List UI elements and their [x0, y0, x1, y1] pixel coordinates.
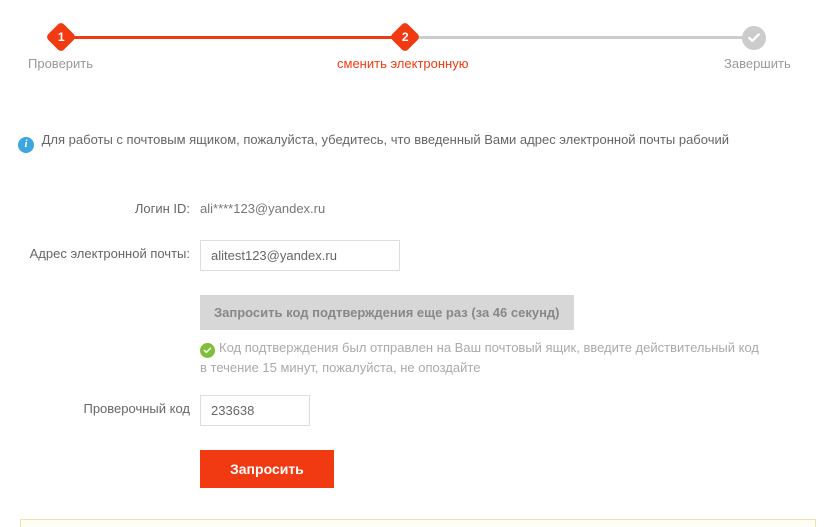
code-sent-message: Код подтверждения был отправлен на Ваш п…	[200, 340, 759, 375]
info-notice-text: Для работы с почтовым ящиком, пожалуйста…	[42, 132, 729, 147]
email-label: Адрес электронной почты:	[0, 240, 200, 261]
code-label: Проверочный код	[0, 395, 200, 416]
submit-button[interactable]: Запросить	[200, 450, 334, 488]
row-login: Логин ID: ali****123@yandex.ru	[0, 195, 828, 216]
step-badge-3	[742, 26, 766, 50]
success-check-icon	[200, 343, 215, 358]
step-label-2: сменить электронную	[337, 56, 468, 71]
row-email: Адрес электронной почты:	[0, 240, 828, 271]
row-submit: Запросить	[0, 450, 828, 488]
step-line-2	[408, 36, 752, 39]
step-line-1	[60, 36, 404, 39]
step-number-2: 2	[402, 30, 409, 44]
info-notice: i Для работы с почтовым ящиком, пожалуйс…	[18, 130, 810, 153]
step-badge-1: 1	[45, 21, 76, 52]
progress-steps: 1 2 Проверить сменить электронную Заверш…	[0, 0, 828, 70]
step-label-3: Завершить	[724, 56, 791, 71]
login-value: ali****123@yandex.ru	[200, 195, 828, 216]
verification-code-field[interactable]	[200, 395, 310, 426]
row-resend: Запросить код подтверждения еще раз (за …	[0, 295, 828, 378]
step-number-1: 1	[58, 30, 65, 44]
login-label: Логин ID:	[0, 195, 200, 216]
step-label-1: Проверить	[28, 56, 93, 71]
code-sent-message-line: Код подтверждения был отправлен на Ваш п…	[200, 338, 760, 378]
info-icon: i	[18, 137, 34, 153]
email-field[interactable]	[200, 240, 400, 271]
resend-code-button: Запросить код подтверждения еще раз (за …	[200, 295, 574, 330]
check-icon	[747, 31, 761, 45]
step-badge-2: 2	[389, 21, 420, 52]
footer-bar	[20, 519, 816, 527]
change-email-form: Логин ID: ali****123@yandex.ru Адрес эле…	[0, 195, 828, 489]
row-code: Проверочный код	[0, 395, 828, 426]
